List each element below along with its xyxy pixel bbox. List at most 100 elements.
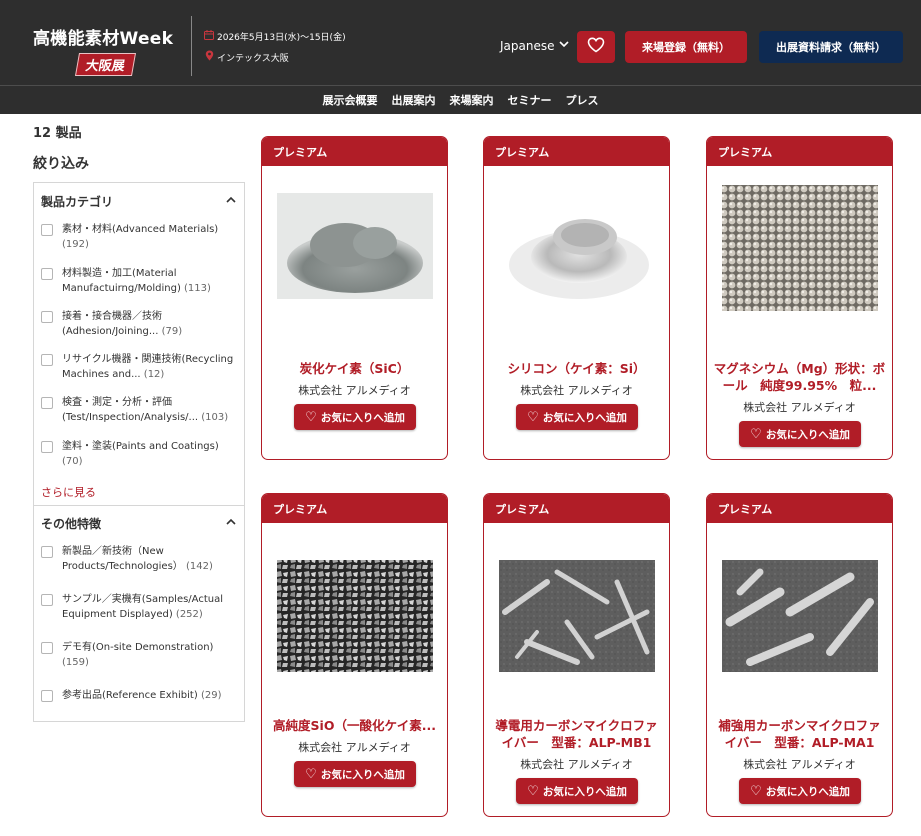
heart-icon (587, 36, 605, 58)
checkbox[interactable] (41, 268, 53, 280)
product-image[interactable] (275, 542, 435, 672)
category-option[interactable]: 接着・接合機器／技術(Adhesion/Joining... (79) (41, 309, 237, 339)
product-name[interactable]: 導電用カーボンマイクロファイバー 型番：ALP-MB1 (490, 717, 663, 751)
option-count: (12) (143, 369, 165, 380)
product-name[interactable]: 補強用カーボンマイクロファイバー 型番：ALP-MA1 (713, 717, 886, 751)
option-count: (113) (184, 283, 211, 294)
category-option[interactable]: 塗料・塗装(Paints and Coatings) (70) (41, 439, 237, 469)
calendar-icon (203, 30, 215, 43)
product-card[interactable]: プレミアム シリコン（ケイ素：Si） 株式会社 アルメディオ ♡ お気に入りへ追… (483, 136, 670, 460)
top-header: 高機能素材Week 大阪展 2026年5月13日(水)〜15日(金) インテック… (0, 0, 921, 85)
add-favorite-button[interactable]: ♡ お気に入りへ追加 (739, 421, 861, 447)
add-favorite-button[interactable]: ♡ お気に入りへ追加 (294, 404, 416, 430)
checkbox[interactable] (41, 397, 53, 409)
company-name: 株式会社 アルメディオ (298, 741, 411, 754)
main-nav: 展示会概要 出展案内 来場案内 セミナー プレス (0, 85, 921, 114)
product-name[interactable]: 炭化ケイ素（SiC） (268, 360, 441, 377)
checkbox[interactable] (41, 642, 53, 654)
add-favorite-button[interactable]: ♡ お気に入りへ追加 (516, 404, 638, 430)
product-card[interactable]: プレミアム マグネシウム（Mg）形状：ボール 純度99.95% 粒... 株式会… (706, 136, 893, 460)
category-section-title[interactable]: 製品カテゴリ (41, 193, 113, 210)
feature-option[interactable]: 参考出品(Reference Exhibit) (29) (41, 688, 237, 703)
option-count: (142) (185, 561, 213, 572)
favorites-button[interactable] (577, 31, 615, 63)
visitor-register-button[interactable]: 来場登録（無料） (625, 31, 747, 63)
add-favorite-button[interactable]: ♡ お気に入りへ追加 (739, 778, 861, 804)
add-favorite-button[interactable]: ♡ お気に入りへ追加 (516, 778, 638, 804)
add-favorite-label: お気に入りへ追加 (765, 428, 850, 441)
product-count: 12 製品 (33, 126, 82, 141)
filter-panel: 製品カテゴリ 素材・材料(Advanced Materials) (192) 材料… (33, 182, 245, 722)
header-divider (191, 16, 192, 76)
features-section-title[interactable]: その他特徴 (41, 515, 101, 532)
option-label: 検査・測定・分析・評価(Test/Inspection/Analysis/... (62, 397, 199, 423)
company-name: 株式会社 アルメディオ (298, 384, 411, 397)
heart-icon: ♡ (527, 409, 539, 425)
option-count: (159) (62, 657, 89, 668)
nav-visitor-info[interactable]: 来場案内 (450, 92, 494, 108)
product-name[interactable]: 高純度SiO（一酸化ケイ素... (268, 717, 441, 734)
checkbox[interactable] (41, 311, 53, 323)
language-selector[interactable]: Japanese (500, 39, 569, 53)
event-venue-text: インテックス大阪 (217, 53, 289, 64)
feature-option[interactable]: デモ有(On-site Demonstration) (159) (41, 640, 237, 670)
checkbox[interactable] (41, 224, 53, 236)
feature-option[interactable]: サンプル／実機有(Samples/Actual Equipment Displa… (41, 592, 237, 622)
product-image[interactable] (720, 542, 880, 672)
checkbox[interactable] (41, 546, 53, 558)
category-option[interactable]: リサイクル機器・関連技術(Recycling Machines and... (… (41, 352, 237, 382)
option-label: 参考出品(Reference Exhibit) (62, 690, 198, 701)
company-name: 株式会社 アルメディオ (520, 384, 633, 397)
checkbox[interactable] (41, 441, 53, 453)
add-favorite-button[interactable]: ♡ お気に入りへ追加 (294, 761, 416, 787)
location-pin-icon (203, 50, 215, 64)
heart-icon: ♡ (305, 766, 317, 782)
site-logo[interactable]: 高機能素材Week 大阪展 (33, 24, 178, 76)
show-more-link[interactable]: さらに見る (41, 484, 96, 500)
logo-badge: 大阪展 (74, 53, 137, 76)
category-option[interactable]: 検査・測定・分析・評価(Test/Inspection/Analysis/...… (41, 395, 237, 425)
premium-badge: プレミアム (707, 137, 892, 166)
product-card[interactable]: プレミアム 導電用カーボンマイクロファイバー 型番：ALP-MB1 株式会社 ア… (483, 493, 670, 817)
nav-overview[interactable]: 展示会概要 (323, 92, 378, 108)
product-image[interactable] (275, 185, 435, 315)
category-option[interactable]: 素材・材料(Advanced Materials) (192) (41, 222, 237, 252)
product-image[interactable] (497, 542, 657, 672)
option-count: (252) (175, 609, 203, 620)
heart-icon: ♡ (750, 426, 762, 442)
nav-seminar[interactable]: セミナー (508, 92, 552, 108)
option-label: 新製品／新技術（New Products/Technologies） (62, 546, 183, 572)
event-date-text: 2026年5月13日(水)〜15日(金) (217, 33, 346, 43)
add-favorite-label: お気に入りへ追加 (542, 785, 627, 798)
product-card[interactable]: プレミアム 炭化ケイ素（SiC） 株式会社 アルメディオ ♡ お気に入りへ追加 (261, 136, 448, 460)
category-option[interactable]: 材料製造・加工(Material Manufactuirng/Molding) … (41, 266, 237, 296)
product-card[interactable]: プレミアム 補強用カーボンマイクロファイバー 型番：ALP-MA1 株式会社 ア… (706, 493, 893, 817)
option-count: (79) (161, 326, 183, 337)
option-label: 塗料・塗装(Paints and Coatings) (62, 441, 219, 452)
language-label: Japanese (500, 39, 555, 53)
chevron-up-icon[interactable] (226, 195, 236, 206)
product-image[interactable] (720, 185, 880, 315)
exhibit-request-button[interactable]: 出展資料請求（無料） (759, 31, 903, 63)
nav-exhibit-info[interactable]: 出展案内 (392, 92, 436, 108)
checkbox[interactable] (41, 594, 53, 606)
nav-press[interactable]: プレス (566, 92, 599, 108)
heart-icon: ♡ (305, 409, 317, 425)
option-label: 素材・材料(Advanced Materials) (62, 224, 219, 235)
premium-badge: プレミアム (484, 494, 669, 523)
product-image[interactable] (497, 185, 657, 315)
product-name[interactable]: マグネシウム（Mg）形状：ボール 純度99.95% 粒... (713, 360, 886, 394)
product-card[interactable]: プレミアム 高純度SiO（一酸化ケイ素... 株式会社 アルメディオ ♡ お気に… (261, 493, 448, 817)
checkbox[interactable] (41, 690, 53, 702)
premium-badge: プレミアム (484, 137, 669, 166)
option-label: 接着・接合機器／技術(Adhesion/Joining... (62, 311, 162, 337)
filter-title: 絞り込み (33, 156, 89, 172)
add-favorite-label: お気に入りへ追加 (320, 768, 405, 781)
checkbox[interactable] (41, 354, 53, 366)
product-name[interactable]: シリコン（ケイ素：Si） (490, 360, 663, 377)
feature-option[interactable]: 新製品／新技術（New Products/Technologies） (142) (41, 544, 237, 574)
chevron-up-icon[interactable] (226, 517, 236, 528)
option-count: (70) (62, 456, 83, 467)
event-venue: インテックス大阪 (203, 50, 289, 64)
option-label: デモ有(On-site Demonstration) (62, 642, 214, 653)
